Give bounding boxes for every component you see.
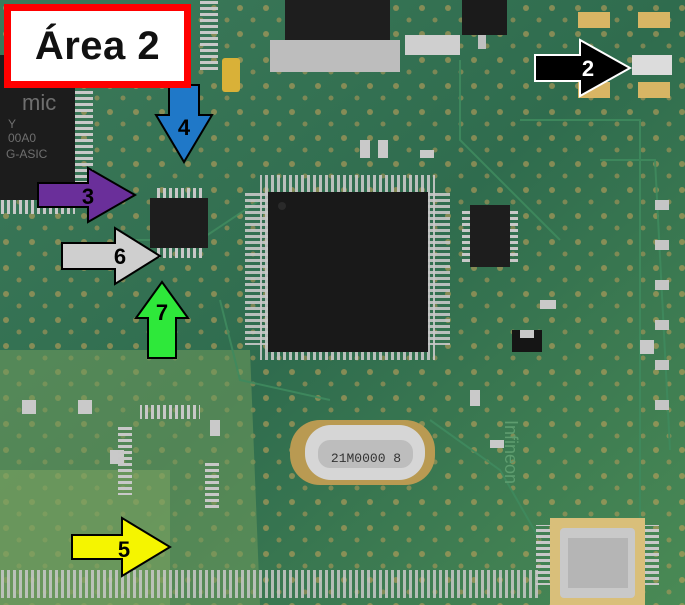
- arrow-6-label: 6: [114, 244, 126, 269]
- area-title: Área 2: [34, 23, 161, 68]
- area-title-box: Área 2: [4, 4, 191, 88]
- main-qfp-chip: [245, 175, 450, 360]
- arrow-4-label: 4: [178, 115, 191, 140]
- arrow-2-label: 2: [582, 56, 594, 81]
- crystal-marking: 21M0000 8: [331, 451, 401, 466]
- asic-marking-1: mic: [22, 90, 56, 115]
- asic-marking-4: G-ASIC: [6, 147, 48, 161]
- arrow-3-label: 3: [82, 184, 94, 209]
- soic8-chip: [150, 188, 208, 258]
- board-edge-marking: Infineon: [501, 420, 521, 484]
- pcb-board: mic Y 00A0 G-ASIC 21M0000 8 Infineon 2 4…: [0, 0, 685, 605]
- sensor-module: [536, 518, 659, 605]
- arrow-7-label: 7: [156, 300, 168, 325]
- pcb-photo: mic Y 00A0 G-ASIC 21M0000 8 Infineon 2 4…: [0, 0, 685, 605]
- asic-marking-3: 00A0: [8, 131, 36, 145]
- asic-marking-2: Y: [8, 117, 16, 131]
- crystal-oscillator: 21M0000 8: [290, 420, 435, 485]
- arrow-5-label: 5: [118, 537, 130, 562]
